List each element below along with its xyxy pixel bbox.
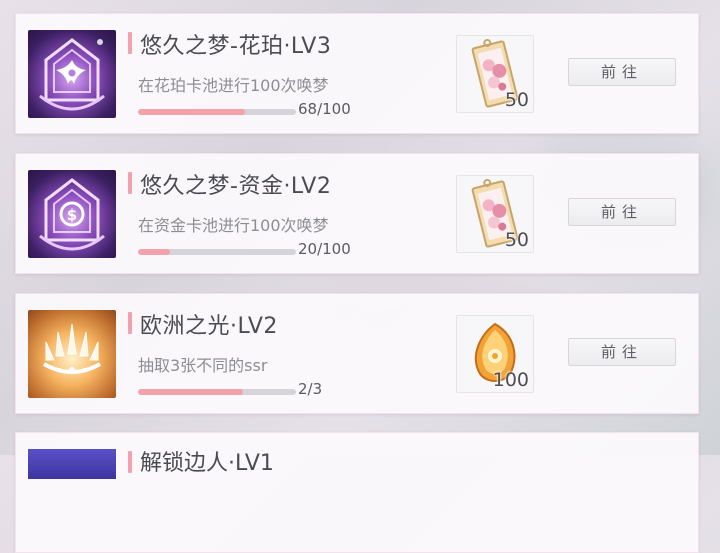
achievement-description: 在资金卡池进行100次唤梦 xyxy=(138,216,329,235)
achievement-card: 解锁边人·LV1 xyxy=(15,432,699,553)
progress-text: 68/100 xyxy=(298,100,351,118)
reward-slot[interactable]: 100 xyxy=(456,315,534,393)
achievement-card: $ 悠久之梦-资金·LV2 在资金卡池进行100次唤梦 20/100 50 前往 xyxy=(15,153,699,274)
svg-text:$: $ xyxy=(67,206,77,224)
achievement-title: 悠久之梦-资金·LV2 xyxy=(140,174,332,199)
title-accent-bar xyxy=(128,32,132,54)
coin-emblem-icon: $ xyxy=(28,170,116,258)
title-accent-bar xyxy=(128,312,132,334)
reward-slot[interactable]: 50 xyxy=(456,175,534,253)
reward-count: 100 xyxy=(492,369,529,391)
progress-bar-fill xyxy=(138,389,244,395)
title-accent-bar xyxy=(128,172,132,194)
crown-emblem-icon xyxy=(28,310,116,398)
achievement-title: 解锁边人·LV1 xyxy=(140,451,274,476)
reward-count: 50 xyxy=(504,229,529,251)
achievement-list: 悠久之梦-花珀·LV3 在花珀卡池进行100次唤梦 68/100 50 前往 $… xyxy=(0,0,720,553)
progress-bar xyxy=(138,249,296,255)
achievement-title: 悠久之梦-花珀·LV3 xyxy=(140,34,332,59)
progress-text: 20/100 xyxy=(298,240,351,258)
flower-emblem-icon xyxy=(28,30,116,118)
achievement-card: 欧洲之光·LV2 抽取3张不同的ssr 2/3 100 前往 xyxy=(15,293,699,414)
achievement-card: 悠久之梦-花珀·LV3 在花珀卡池进行100次唤梦 68/100 50 前往 xyxy=(15,13,699,134)
progress-bar-fill xyxy=(138,109,246,115)
go-button[interactable]: 前往 xyxy=(568,338,676,366)
achievement-description: 抽取3张不同的ssr xyxy=(138,356,268,375)
achievement-description: 在花珀卡池进行100次唤梦 xyxy=(138,76,329,95)
title-accent-bar xyxy=(128,451,132,473)
progress-bar-fill xyxy=(138,249,170,255)
progress-bar xyxy=(138,389,296,395)
reward-count: 50 xyxy=(504,89,529,111)
go-button[interactable]: 前往 xyxy=(568,198,676,226)
progress-bar xyxy=(138,109,296,115)
progress-text: 2/3 xyxy=(298,380,323,398)
partial-emblem-icon xyxy=(28,449,116,479)
achievement-title: 欧洲之光·LV2 xyxy=(140,314,278,339)
go-button[interactable]: 前往 xyxy=(568,58,676,86)
reward-slot[interactable]: 50 xyxy=(456,35,534,113)
